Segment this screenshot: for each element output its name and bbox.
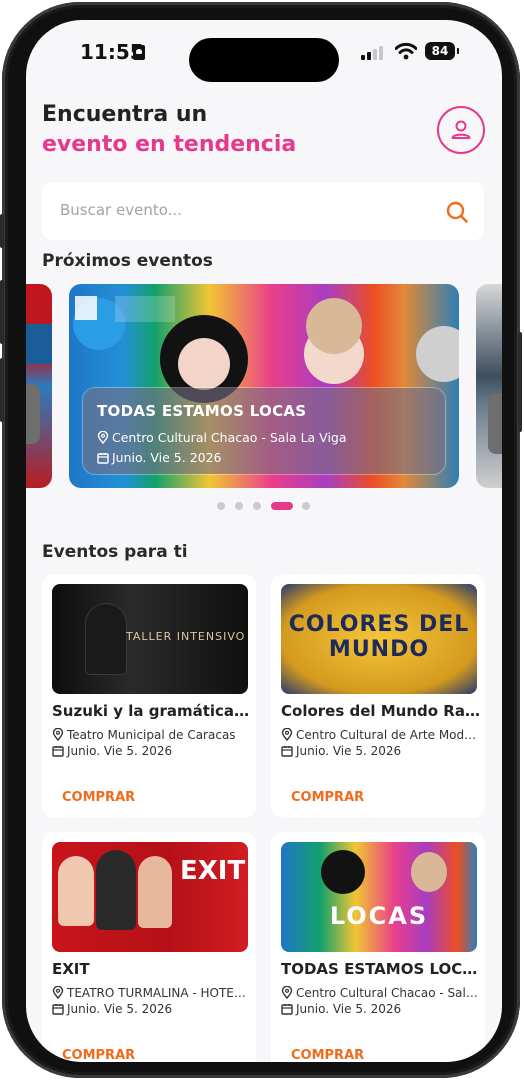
poster-text: TALLER INTENSIVO SUZU [126, 630, 248, 643]
battery-indicator: 84 [425, 42, 459, 60]
side-button [0, 214, 4, 248]
event-venue-row: Centro Cultural de Arte Moderno [281, 728, 479, 742]
event-date: Junio. Vie 5. 2026 [296, 744, 402, 758]
carousel-card-next[interactable] [476, 284, 502, 488]
buy-button[interactable]: COMPRAR [291, 1048, 364, 1062]
event-venue: Centro Cultural de Arte Moderno [296, 728, 479, 742]
featured-info-overlay: TODAS ESTAMOS LOCAS Centro Cultural Chac… [83, 388, 445, 474]
sim-card-icon [133, 45, 145, 60]
poster-text: EXIT [180, 856, 246, 886]
calendar-icon [281, 1004, 293, 1015]
event-title: TODAS ESTAMOS LOCAS [281, 960, 481, 978]
page-title: Encuentra un evento en tendencia [42, 100, 296, 160]
event-venue: TEATRO TURMALINA - HOTEL EUROBUILDING [67, 986, 250, 1000]
event-thumbnail: COLORES DEL MUNDO [281, 584, 477, 694]
carousel-indicator [26, 500, 502, 510]
poster-text: COLORES DEL MUNDO [288, 612, 470, 662]
search-bar[interactable]: Buscar evento... [42, 182, 484, 240]
event-venue-row: TEATRO TURMALINA - HOTEL EUROBUILDING [52, 986, 250, 1000]
location-pin-icon [52, 728, 64, 741]
featured-venue: Centro Cultural Chacao - Sala La Viga [112, 430, 347, 445]
featured-carousel[interactable]: TODAS ESTAMOS LOCAS Centro Cultural Chac… [26, 282, 502, 488]
event-date: Junio. Vie 5. 2026 [67, 744, 173, 758]
title-line-2: evento en tendencia [42, 132, 297, 157]
search-input[interactable]: Buscar evento... [60, 201, 182, 219]
event-thumbnail: LOCAS [281, 842, 477, 952]
calendar-icon [281, 746, 293, 757]
power-button [518, 332, 522, 432]
event-card[interactable]: EXIT EXIT TEATRO TURMALINA - HOTEL EUROB… [42, 832, 256, 1062]
wifi-icon [395, 42, 417, 60]
featured-date: Junio. Vie 5. 2026 [112, 450, 222, 465]
carousel-dot[interactable] [235, 502, 243, 510]
status-bar: 11:55 84 [26, 20, 502, 84]
calendar-icon [52, 746, 64, 757]
carousel-dot[interactable] [217, 502, 225, 510]
event-date-row: Junio. Vie 5. 2026 [52, 1002, 250, 1016]
event-thumbnail: EXIT [52, 842, 248, 952]
event-venue: Teatro Municipal de Caracas [67, 728, 236, 742]
event-date: Junio. Vie 5. 2026 [67, 1002, 173, 1016]
event-date-row: Junio. Vie 5. 2026 [52, 744, 250, 758]
event-date: Junio. Vie 5. 2026 [296, 1002, 402, 1016]
event-thumbnail: TALLER INTENSIVO SUZU [52, 584, 248, 694]
dynamic-island [189, 38, 339, 82]
event-venue-row: Teatro Municipal de Caracas [52, 728, 250, 742]
calendar-icon [52, 1004, 64, 1015]
event-venue: Centro Cultural Chacao - Sala La Viga [296, 986, 479, 1000]
event-date-row: Junio. Vie 5. 2026 [281, 1002, 479, 1016]
profile-button[interactable] [437, 106, 485, 154]
featured-date-row: Junio. Vie 5. 2026 [97, 450, 222, 465]
event-title: Suzuki y la gramática de los pies [52, 702, 252, 720]
location-pin-icon [281, 728, 293, 741]
buy-button[interactable]: COMPRAR [291, 790, 364, 805]
event-card[interactable]: COLORES DEL MUNDO Colores del Mundo Rava… [271, 574, 485, 818]
buy-button[interactable]: COMPRAR [62, 790, 135, 805]
event-venue-row: Centro Cultural Chacao - Sala La Viga [281, 986, 479, 1000]
event-card[interactable]: LOCAS TODAS ESTAMOS LOCAS Centro Cultura… [271, 832, 485, 1062]
carousel-dot[interactable] [302, 502, 310, 510]
volume-up-button [0, 280, 4, 344]
event-date-row: Junio. Vie 5. 2026 [281, 744, 479, 758]
user-icon [451, 120, 471, 139]
signal-icon [361, 44, 387, 60]
carousel-dot[interactable] [253, 502, 261, 510]
carousel-card-featured[interactable]: TODAS ESTAMOS LOCAS Centro Cultural Chac… [69, 284, 459, 488]
featured-venue-row: Centro Cultural Chacao - Sala La Viga [97, 430, 347, 445]
poster-text: LOCAS [329, 902, 429, 930]
location-pin-icon [52, 986, 64, 999]
location-pin-icon [281, 986, 293, 999]
screen: 11:55 84 Encuentra un evento en tendenci… [26, 20, 502, 1062]
title-line-1: Encuentra un [42, 102, 208, 127]
search-icon[interactable] [445, 200, 469, 224]
event-title: Colores del Mundo Ravahil X Cayiao [281, 702, 481, 720]
volume-down-button [0, 358, 4, 422]
section-title-for-you: Eventos para ti [42, 542, 188, 562]
event-title: EXIT [52, 960, 90, 978]
phone-frame: 11:55 84 Encuentra un evento en tendenci… [0, 2, 522, 1078]
section-title-upcoming: Próximos eventos [42, 251, 213, 271]
carousel-dot-active[interactable] [271, 502, 293, 510]
buy-button[interactable]: COMPRAR [62, 1048, 135, 1062]
calendar-icon [97, 453, 109, 464]
featured-title: TODAS ESTAMOS LOCAS [97, 402, 307, 420]
location-pin-icon [97, 431, 109, 444]
event-card[interactable]: TALLER INTENSIVO SUZU Suzuki y la gramát… [42, 574, 256, 818]
carousel-card-previous[interactable] [26, 284, 52, 488]
